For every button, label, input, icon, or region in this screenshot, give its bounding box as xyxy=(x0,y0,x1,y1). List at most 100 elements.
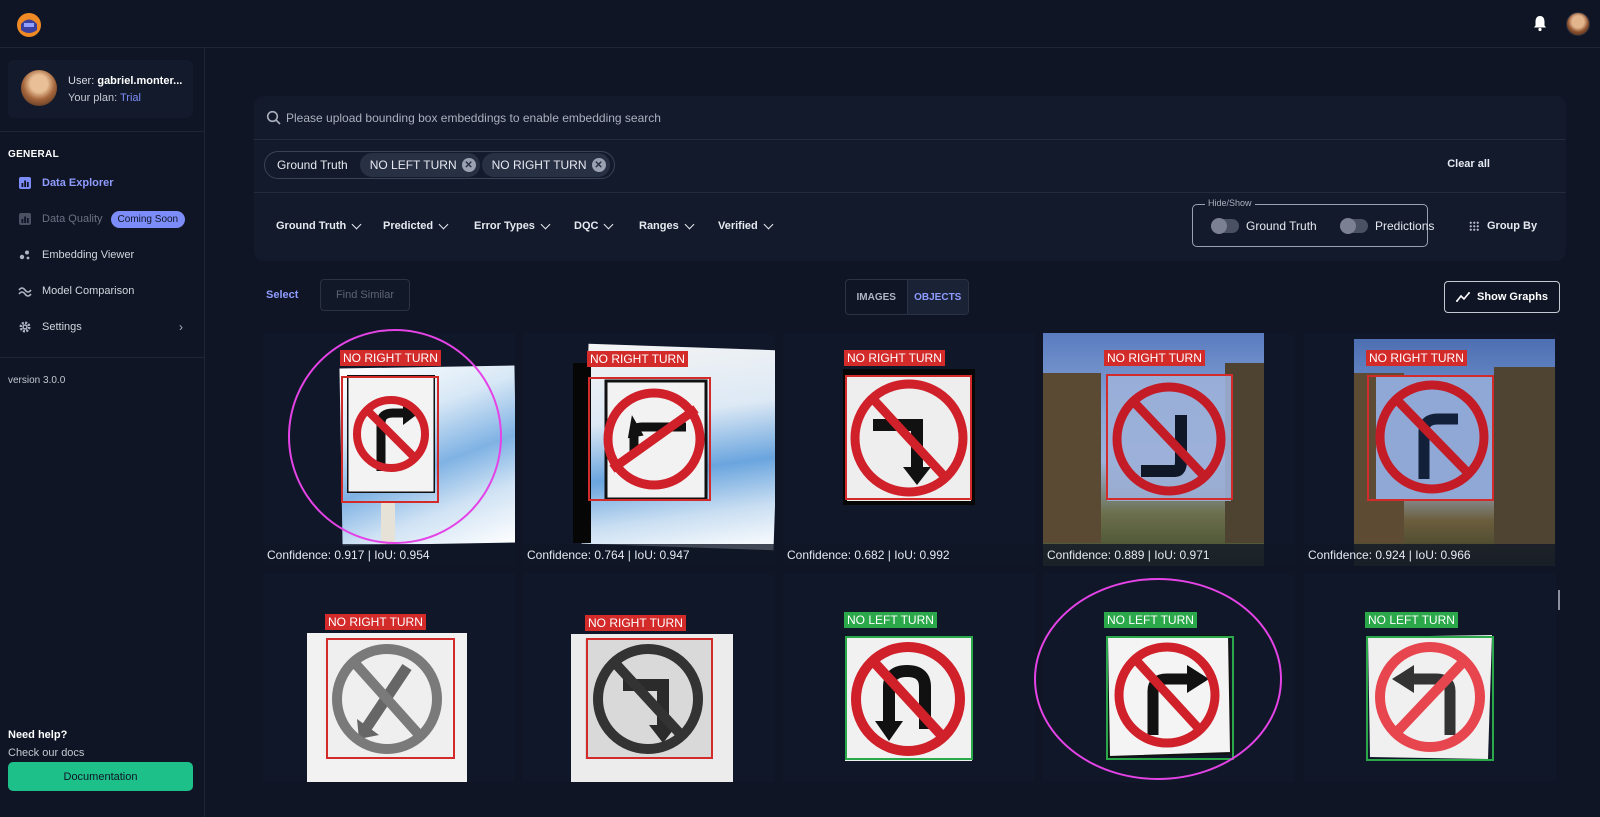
object-card[interactable]: NO LEFT TURN xyxy=(1304,573,1556,782)
dropdown-label: Verified xyxy=(718,220,758,232)
chip-label: NO LEFT TURN xyxy=(369,158,457,172)
confidence-iou-caption: Confidence: 0.889 | IoU: 0.971 xyxy=(1043,544,1295,566)
bell-icon[interactable] xyxy=(1531,14,1549,32)
sidebar-item-label: Data Quality xyxy=(42,213,103,225)
predictions-toggle[interactable] xyxy=(1340,218,1368,234)
ground-truth-toggle-label: Ground Truth xyxy=(1246,219,1317,233)
remove-chip-icon[interactable]: ✕ xyxy=(591,158,606,172)
sidebar-item-settings[interactable]: Settings › xyxy=(8,314,193,340)
confidence-iou-caption: Confidence: 0.764 | IoU: 0.947 xyxy=(523,544,775,566)
bounding-box xyxy=(1366,636,1494,761)
help-title: Need help? xyxy=(8,729,68,741)
object-card[interactable]: NO RIGHT TURN Confidence: 0.889 | IoU: 0… xyxy=(1043,333,1295,566)
dropdown-label: Predicted xyxy=(383,220,434,232)
chip-label: NO RIGHT TURN xyxy=(491,158,587,172)
object-card[interactable]: NO RIGHT TURN xyxy=(263,573,515,782)
sidebar-item-label: Embedding Viewer xyxy=(42,249,135,261)
group-by-label: Group By xyxy=(1487,220,1538,232)
show-graphs-label: Show Graphs xyxy=(1477,291,1548,303)
object-label-tag: NO RIGHT TURN xyxy=(585,615,686,631)
bounding-box xyxy=(1106,374,1233,500)
dropdown-label: Ranges xyxy=(639,220,679,232)
user-avatar xyxy=(21,70,57,106)
bounding-box xyxy=(341,376,439,503)
scrollbar-thumb[interactable] xyxy=(1558,590,1560,610)
sign-post xyxy=(381,503,395,544)
search-icon xyxy=(266,110,281,125)
plan-value[interactable]: Trial xyxy=(120,92,141,104)
documentation-button[interactable]: Documentation xyxy=(8,762,193,791)
search-row xyxy=(254,96,1566,140)
find-similar-button[interactable]: Find Similar xyxy=(320,279,410,311)
ground-truth-toggle[interactable] xyxy=(1211,218,1239,234)
chevron-down-icon xyxy=(604,219,614,229)
ground-truth-filter-chip-group: Ground Truth NO LEFT TURN ✕ NO RIGHT TUR… xyxy=(264,151,615,179)
user-name: gabriel.monter... xyxy=(97,75,183,87)
plan-line: Your plan: Trial xyxy=(68,92,141,104)
chevron-down-icon xyxy=(763,219,774,229)
gear-icon xyxy=(18,320,32,334)
object-card[interactable]: NO RIGHT TURN Confidence: 0.682 | IoU: 0… xyxy=(783,333,1035,566)
select-button[interactable]: Select xyxy=(266,289,298,301)
images-view-button[interactable]: IMAGES xyxy=(846,280,907,314)
object-label-tag: NO RIGHT TURN xyxy=(1366,350,1467,366)
object-label-tag: NO LEFT TURN xyxy=(1365,612,1458,628)
confidence-iou-caption: Confidence: 0.682 | IoU: 0.992 xyxy=(783,544,1035,566)
helmet-logo-icon[interactable] xyxy=(16,12,42,38)
filter-dropdown-predicted[interactable]: Predicted xyxy=(383,219,449,232)
object-card[interactable]: NO RIGHT TURN Confidence: 0.917 | IoU: 0… xyxy=(263,333,515,566)
filter-dropdown-verified[interactable]: Verified xyxy=(718,219,774,232)
filter-dropdown-error-types[interactable]: Error Types xyxy=(474,219,551,232)
user-card[interactable]: User: gabriel.monter... Your plan: Trial xyxy=(8,60,193,118)
sidebar-item-data-explorer[interactable]: Data Explorer xyxy=(8,170,193,196)
dropdown-label: Error Types xyxy=(474,220,535,232)
profile-avatar[interactable] xyxy=(1566,12,1590,36)
embedding-search-input[interactable] xyxy=(286,106,1546,130)
filter-dropdown-dqc[interactable]: DQC xyxy=(574,219,614,232)
objects-view-button[interactable]: OBJECTS xyxy=(906,280,968,314)
sidebar-item-embedding-viewer[interactable]: Embedding Viewer xyxy=(8,242,193,268)
hide-show-box: Hide/Show Ground Truth Predictions xyxy=(1192,198,1434,247)
plan-prefix: Your plan: xyxy=(68,92,118,104)
bounding-box xyxy=(1106,636,1234,760)
line-chart-icon xyxy=(1456,292,1471,302)
clear-all-button[interactable]: Clear all xyxy=(1447,158,1490,170)
object-label-tag: NO RIGHT TURN xyxy=(340,350,441,366)
remove-chip-icon[interactable]: ✕ xyxy=(461,158,476,172)
chevron-right-icon: › xyxy=(179,320,183,334)
object-label-tag: NO LEFT TURN xyxy=(1104,612,1197,628)
top-bar xyxy=(0,0,1600,48)
object-card[interactable]: NO RIGHT TURN Confidence: 0.764 | IoU: 0… xyxy=(523,333,775,566)
chevron-down-icon xyxy=(438,219,449,229)
object-card[interactable]: NO LEFT TURN xyxy=(783,573,1035,782)
chevron-down-icon xyxy=(684,219,695,229)
dropdown-label: Ground Truth xyxy=(276,220,347,232)
bar-chart-icon xyxy=(18,212,32,226)
group-by-button[interactable]: Group By xyxy=(1469,220,1537,232)
bounding-box xyxy=(588,377,711,501)
wave-icon xyxy=(18,284,32,298)
sidebar-divider xyxy=(0,131,205,132)
help-subtitle: Check our docs xyxy=(8,747,85,759)
hide-show-legend: Hide/Show xyxy=(1205,198,1255,208)
confidence-iou-caption: Confidence: 0.924 | IoU: 0.966 xyxy=(1304,544,1556,566)
user-name-line: User: gabriel.monter... xyxy=(68,75,182,87)
bounding-box xyxy=(845,375,972,500)
view-mode-toggle: IMAGES OBJECTS xyxy=(845,279,969,315)
object-card[interactable]: NO RIGHT TURN Confidence: 0.924 | IoU: 0… xyxy=(1304,333,1556,566)
sidebar-divider xyxy=(0,357,205,358)
filter-dropdown-ground-truth[interactable]: Ground Truth xyxy=(276,219,362,232)
section-label-general: GENERAL xyxy=(8,149,59,160)
object-card[interactable]: NO LEFT TURN xyxy=(1043,573,1295,782)
confidence-iou-caption: Confidence: 0.917 | IoU: 0.954 xyxy=(263,544,515,566)
object-label-tag: NO RIGHT TURN xyxy=(587,351,688,367)
sidebar-item-data-quality: Data Quality Coming Soon xyxy=(8,206,193,232)
scatter-icon xyxy=(18,248,32,262)
chevron-down-icon xyxy=(540,219,551,229)
version-label: version 3.0.0 xyxy=(8,375,66,386)
object-card[interactable]: NO RIGHT TURN xyxy=(523,573,775,782)
sidebar-item-label: Model Comparison xyxy=(42,285,135,297)
filter-dropdown-ranges[interactable]: Ranges xyxy=(639,219,695,232)
show-graphs-button[interactable]: Show Graphs xyxy=(1444,281,1560,313)
sidebar-item-model-comparison[interactable]: Model Comparison xyxy=(8,278,193,304)
